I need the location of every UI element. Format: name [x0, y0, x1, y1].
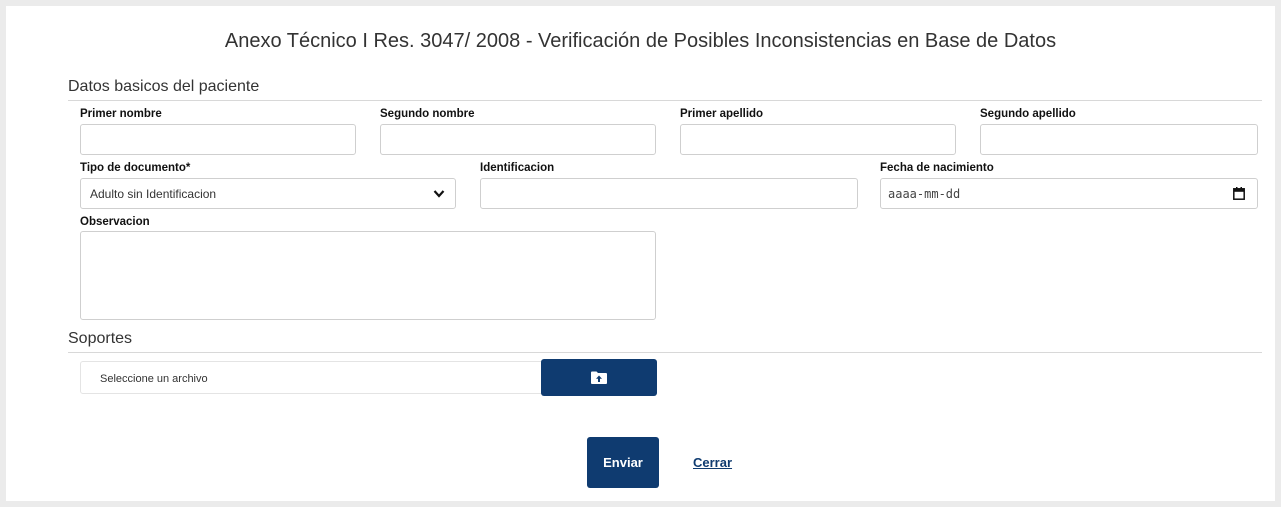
label-segundo-nombre: Segundo nombre	[380, 108, 475, 120]
label-tipo-documento: Tipo de documento*	[80, 162, 191, 174]
label-primer-apellido: Primer apellido	[680, 108, 764, 120]
section-title-supports: Soportes	[68, 330, 133, 347]
file-upload-button[interactable]	[541, 359, 657, 396]
section-divider-supports	[68, 352, 1262, 353]
form-card: Anexo Técnico I Res. 3047/ 2008 - Verifi…	[6, 6, 1275, 501]
close-link[interactable]: Cerrar	[693, 455, 732, 470]
identificacion-input[interactable]	[480, 178, 858, 209]
chevron-down-icon	[433, 185, 445, 206]
file-input[interactable]: Seleccione un archivo	[80, 361, 550, 394]
section-title-patient: Datos basicos del paciente	[68, 78, 260, 95]
tipo-documento-value: Adulto sin Identificacion	[90, 187, 217, 201]
segundo-apellido-input[interactable]	[980, 124, 1258, 155]
label-identificacion: Identificacion	[480, 162, 555, 174]
label-observacion: Observacion	[80, 216, 150, 228]
page-title: Anexo Técnico I Res. 3047/ 2008 - Verifi…	[224, 30, 1057, 52]
send-button[interactable]: Enviar	[587, 437, 659, 488]
label-primer-nombre: Primer nombre	[80, 108, 162, 120]
section-divider-patient	[68, 100, 1262, 101]
file-placeholder: Seleccione un archivo	[100, 373, 208, 385]
calendar-icon[interactable]	[1233, 187, 1245, 205]
label-fecha-nacimiento: Fecha de nacimiento	[880, 162, 994, 174]
segundo-nombre-input[interactable]	[380, 124, 656, 155]
observacion-textarea[interactable]	[80, 231, 656, 320]
folder-upload-icon	[591, 371, 607, 389]
fecha-nacimiento-placeholder: aaaa-mm-dd	[888, 187, 961, 201]
fecha-nacimiento-input[interactable]: aaaa-mm-dd	[880, 178, 1258, 209]
primer-nombre-input[interactable]	[80, 124, 356, 155]
primer-apellido-input[interactable]	[680, 124, 956, 155]
tipo-documento-select[interactable]: Adulto sin Identificacion	[80, 178, 456, 209]
label-segundo-apellido: Segundo apellido	[980, 108, 1076, 120]
